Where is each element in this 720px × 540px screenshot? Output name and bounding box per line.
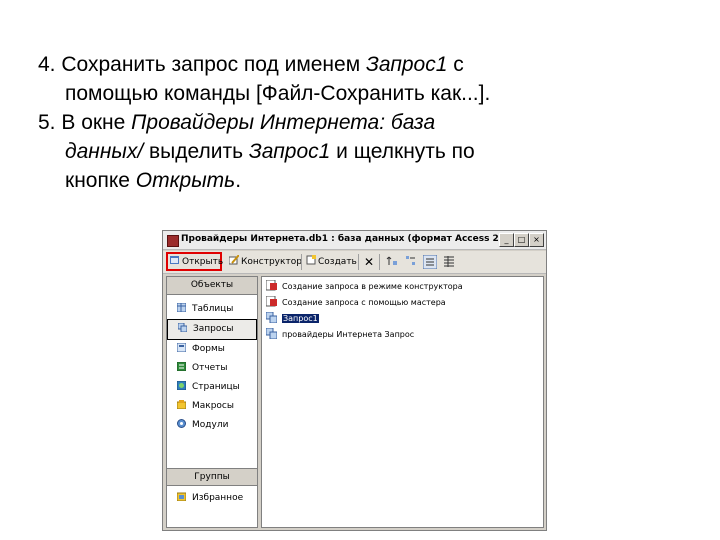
open-button[interactable]: Открыть bbox=[170, 255, 223, 269]
create-icon bbox=[306, 255, 316, 265]
toolbar-separator bbox=[379, 254, 380, 270]
step-4-line-1: 4. Сохранить запрос под именем Запрос1 с bbox=[38, 53, 464, 76]
sidebar-item-favorites[interactable]: Избранное bbox=[167, 489, 257, 508]
title-bar[interactable]: Провайдеры Интернета.db1 : база данных (… bbox=[163, 231, 546, 250]
minimize-button[interactable]: _ bbox=[499, 233, 514, 247]
list-item[interactable]: Создание запроса с помощью мастера bbox=[266, 296, 446, 310]
query-icon bbox=[266, 328, 277, 339]
maximize-button[interactable]: □ bbox=[514, 233, 529, 247]
large-icons-icon bbox=[386, 256, 397, 265]
wizard-icon bbox=[266, 296, 277, 307]
create-button[interactable]: Создать bbox=[306, 255, 357, 269]
close-button[interactable]: × bbox=[529, 233, 544, 247]
design-icon bbox=[229, 255, 239, 265]
objects-header[interactable]: Объекты bbox=[167, 277, 257, 295]
favorites-icon bbox=[177, 492, 186, 501]
step-5-line-3: кнопке Открыть. bbox=[65, 169, 242, 192]
list-icon bbox=[422, 254, 438, 270]
details-view-button[interactable] bbox=[443, 255, 455, 269]
toolbar-separator bbox=[301, 254, 302, 270]
small-icons-button[interactable] bbox=[405, 255, 417, 269]
sidebar-item-tables[interactable]: Таблицы bbox=[167, 300, 257, 319]
macro-icon bbox=[177, 400, 186, 409]
list-item[interactable]: провайдеры Интернета Запрос bbox=[266, 328, 414, 342]
module-icon bbox=[177, 419, 186, 428]
objects-list: Создание запроса в режиме конструктора С… bbox=[261, 276, 544, 528]
step-4-line-2: помощью команды [Файл-Сохранить как...]. bbox=[65, 82, 491, 105]
query-icon bbox=[178, 323, 187, 332]
list-item[interactable]: Создание запроса в режиме конструктора bbox=[266, 280, 463, 294]
step-5-line-1: 5. В окне Провайдеры Интернета: база bbox=[38, 111, 436, 134]
table-icon bbox=[177, 303, 186, 312]
page-icon bbox=[177, 381, 186, 390]
list-view-button[interactable] bbox=[422, 254, 438, 270]
objects-sidebar: Объекты Таблицы Запросы Формы Отчеты Стр… bbox=[166, 276, 258, 528]
query-icon bbox=[266, 312, 277, 323]
design-button[interactable]: Конструктор bbox=[229, 255, 302, 269]
delete-button[interactable]: ✕ bbox=[364, 255, 374, 269]
small-icons-icon bbox=[406, 256, 415, 265]
form-icon bbox=[177, 343, 186, 352]
toolbar: Открыть Конструктор Создать ✕ bbox=[163, 251, 546, 274]
window-title: Провайдеры Интернета.db1 : база данных (… bbox=[181, 234, 522, 244]
sidebar-item-queries[interactable]: Запросы bbox=[167, 319, 257, 340]
sidebar-item-macros[interactable]: Макросы bbox=[167, 397, 257, 416]
details-icon bbox=[444, 256, 454, 267]
list-item-selected[interactable]: Запрос1 bbox=[266, 312, 319, 326]
groups-header[interactable]: Группы bbox=[167, 468, 257, 486]
open-icon bbox=[170, 256, 179, 264]
sidebar-item-reports[interactable]: Отчеты bbox=[167, 359, 257, 378]
report-icon bbox=[177, 362, 186, 371]
sidebar-item-pages[interactable]: Страницы bbox=[167, 378, 257, 397]
wizard-icon bbox=[266, 280, 277, 291]
sidebar-item-modules[interactable]: Модули bbox=[167, 416, 257, 435]
database-window: Провайдеры Интернета.db1 : база данных (… bbox=[162, 230, 547, 531]
sidebar-item-forms[interactable]: Формы bbox=[167, 340, 257, 359]
toolbar-separator bbox=[358, 254, 359, 270]
step-5-line-2: данных/ выделить Запрос1 и щелкнуть по bbox=[65, 140, 475, 163]
large-icons-button[interactable] bbox=[386, 255, 398, 269]
instructions: 4. Сохранить запрос под именем Запрос1 с… bbox=[38, 50, 698, 195]
database-icon bbox=[167, 235, 179, 247]
